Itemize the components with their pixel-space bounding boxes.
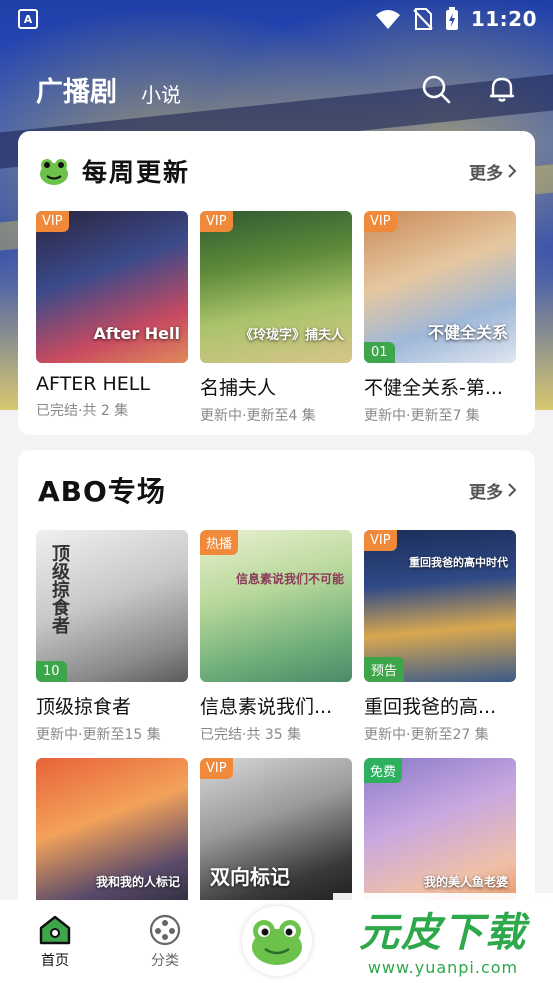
cover-title: 重回我爸的高中时代 — [409, 556, 508, 569]
clock: 11:20 — [470, 7, 537, 31]
vip-badge: VIP — [364, 211, 397, 232]
drama-status: 更新中·更新至27 集 — [364, 727, 489, 743]
cover-title: 信息素说我们不可能 — [235, 572, 344, 586]
drama-card[interactable]: VIP 双向标记 — [200, 758, 352, 910]
status-bar: A 11:20 — [0, 0, 553, 38]
drama-title: 顶级掠食者 — [36, 696, 132, 718]
drama-card[interactable]: 热播 信息素说我们不可能 信息素说我们... 已完结·共 35 集 — [200, 530, 352, 744]
vip-badge: VIP — [200, 211, 233, 232]
drama-title: 重回我爸的高... — [364, 696, 497, 718]
frog-icon — [40, 159, 68, 185]
drama-card[interactable]: 顶级掠食者 10 顶级掠食者 更新中·更新至15 集 — [36, 530, 188, 744]
cover-title: 我和我的人标记 — [95, 875, 180, 889]
drama-status: 已完结·共 35 集 — [200, 727, 302, 743]
free-badge: 免费 — [364, 758, 403, 783]
app-notification-icon: A — [18, 9, 38, 29]
chevron-right-icon — [508, 164, 517, 178]
search-icon[interactable] — [421, 74, 451, 104]
more-label: 更多 — [469, 163, 503, 184]
drama-title: AFTER HELL — [36, 373, 150, 395]
hot-badge: 热播 — [200, 530, 239, 555]
more-link[interactable]: 更多 — [469, 478, 517, 503]
drama-cover: 我和我的人标记 — [36, 758, 188, 910]
home-icon — [39, 915, 71, 945]
drama-title: 名捕夫人 — [200, 377, 277, 399]
drama-card[interactable]: 免费 我的美人鱼老婆 — [364, 758, 516, 910]
episode-badge: 10 — [36, 661, 67, 682]
drama-cover: VIP 不健全关系 01 — [364, 211, 516, 363]
vip-badge: VIP — [200, 758, 233, 779]
drama-cover: VIP 双向标记 — [200, 758, 352, 910]
cover-title: 顶级掠食者 — [49, 544, 70, 634]
drama-card[interactable]: VIP 重回我爸的高中时代 预告 重回我爸的高... 更新中·更新至27 集 — [364, 530, 516, 744]
tab-category[interactable]: 分类 — [110, 900, 220, 970]
drama-cover: 顶级掠食者 10 — [36, 530, 188, 682]
section-title: 每周更新 — [82, 158, 191, 187]
no-sim-icon — [413, 8, 433, 30]
drama-card[interactable]: VIP After Hell AFTER HELL 已完结·共 2 集 — [36, 211, 188, 425]
chevron-right-icon — [508, 483, 517, 497]
vip-badge: VIP — [36, 211, 69, 232]
cover-title: 我的美人鱼老婆 — [423, 875, 508, 889]
episode-badge: 预告 — [364, 657, 405, 682]
drama-card[interactable]: 我和我的人标记 — [36, 758, 188, 910]
tab-category-label: 分类 — [151, 953, 179, 969]
tab-home[interactable]: 首页 — [0, 900, 110, 970]
battery-charging-icon — [445, 7, 458, 30]
drama-cover: 热播 信息素说我们不可能 — [200, 530, 352, 682]
center-play-button[interactable] — [242, 906, 312, 976]
more-label: 更多 — [469, 482, 503, 503]
watermark: 元皮下载 www.yuanpi.com — [333, 893, 553, 983]
drama-cover: VIP 重回我爸的高中时代 预告 — [364, 530, 516, 682]
cover-title: After Hell — [93, 324, 180, 343]
drama-title: 不健全关系-第... — [364, 377, 503, 399]
bell-icon[interactable] — [487, 74, 517, 104]
reel-icon — [149, 914, 181, 946]
cover-title: 《玲珑字》捕夫人 — [239, 328, 344, 343]
tab-novel[interactable]: 小说 — [141, 79, 181, 108]
frog-icon — [252, 920, 302, 965]
drama-status: 更新中·更新至4 集 — [200, 408, 316, 424]
cover-title: 双向标记 — [210, 865, 290, 889]
tab-radio-drama[interactable]: 广播剧 — [36, 70, 117, 109]
section-title: ABO专场 — [38, 475, 166, 508]
watermark-brand: 元皮下载 — [359, 909, 527, 956]
weekly-update-section: 每周更新 更多 VIP After Hell AFTER HELL 已完结·共 … — [18, 131, 535, 435]
drama-card[interactable]: VIP 不健全关系 01 不健全关系-第... 更新中·更新至7 集 — [364, 211, 516, 425]
drama-status: 已完结·共 2 集 — [36, 403, 129, 419]
vip-badge: VIP — [364, 530, 397, 551]
drama-status: 更新中·更新至15 集 — [36, 727, 161, 743]
abo-section: ABO专场 更多 顶级掠食者 10 顶级掠食者 更新中·更新至15 集 热播 信… — [18, 450, 535, 920]
drama-cover: VIP After Hell — [36, 211, 188, 363]
cover-title: 不健全关系 — [427, 323, 508, 342]
drama-card[interactable]: VIP 《玲珑字》捕夫人 名捕夫人 更新中·更新至4 集 — [200, 211, 352, 425]
more-link[interactable]: 更多 — [469, 159, 517, 184]
wifi-icon — [375, 10, 400, 29]
drama-cover: 免费 我的美人鱼老婆 — [364, 758, 516, 910]
top-navigation: 广播剧 小说 — [0, 62, 553, 116]
drama-cover: VIP 《玲珑字》捕夫人 — [200, 211, 352, 363]
drama-title: 信息素说我们... — [200, 696, 333, 718]
episode-badge: 01 — [364, 342, 395, 363]
tab-home-label: 首页 — [41, 953, 69, 969]
watermark-url: www.yuanpi.com — [367, 957, 519, 977]
drama-status: 更新中·更新至7 集 — [364, 408, 480, 424]
